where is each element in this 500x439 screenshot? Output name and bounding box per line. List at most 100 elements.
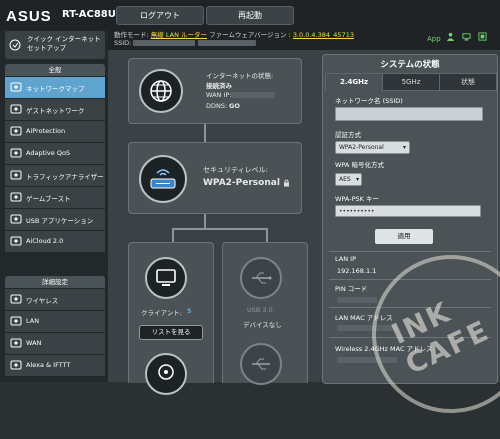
- second-device-circle: [145, 353, 187, 395]
- traffic-analyzer-icon: [10, 169, 22, 181]
- sidebar-item-label: Alexa & IFTTT: [26, 361, 71, 369]
- encryption-select[interactable]: AES ▾: [335, 173, 362, 186]
- psk-label: WPA-PSK キー: [335, 195, 379, 203]
- internet-status-label: インターネットの状態:: [206, 72, 274, 80]
- connector-line: [172, 228, 268, 230]
- mode-label: 動作モード:: [114, 31, 149, 39]
- network-status-icon[interactable]: [462, 32, 471, 41]
- mode-info: 動作モード: 無線 LAN ルーター ファームウェアバージョン : 3.0.0.…: [114, 29, 354, 39]
- ssid-input[interactable]: [335, 107, 483, 121]
- internet-status-card[interactable]: インターネットの状態: 接続済み WAN IP: DDNS: GO: [128, 58, 302, 124]
- view-list-button[interactable]: リストを見る: [139, 325, 203, 340]
- wan-ip-label: WAN IP:: [206, 91, 232, 99]
- general-header: 全般: [5, 64, 105, 76]
- clients-label: クライアント:: [141, 309, 182, 317]
- usb-label: USB 3.0: [247, 306, 273, 314]
- connector-line: [172, 228, 174, 242]
- auth-method-select[interactable]: WPA2-Personal ▾: [335, 141, 410, 154]
- sidebar-item-aiprotection[interactable]: AiProtection: [5, 121, 105, 143]
- asus-logo: ASUS: [6, 8, 52, 25]
- sidebar-item-usb-app[interactable]: USB アプリケーション: [5, 209, 105, 231]
- sidebar-item-aicloud[interactable]: AiCloud 2.0: [5, 231, 105, 253]
- clients-card[interactable]: クライアント: 5 リストを見る: [128, 242, 214, 395]
- mode-link[interactable]: 無線 LAN ルーター: [151, 31, 207, 39]
- psk-input[interactable]: ••••••••••: [335, 205, 481, 217]
- select-arrow-icon: ▾: [355, 176, 359, 183]
- tab-status[interactable]: 状態: [439, 73, 497, 91]
- guest-network-icon: [10, 103, 22, 115]
- sidebar-item-traffic-analyzer[interactable]: トラフィックアナライザー: [5, 165, 105, 187]
- encryption-label: WPA 暗号化方式: [335, 161, 384, 169]
- tab-5ghz[interactable]: 5GHz: [382, 73, 440, 91]
- model-name: RT-AC88U: [62, 9, 116, 20]
- select-arrow-icon: ▾: [402, 144, 406, 151]
- sidebar-item-guest-network[interactable]: ゲストネットワーク: [5, 99, 105, 121]
- encryption-value: AES: [339, 176, 351, 183]
- sidebar-item-qos[interactable]: Adaptive QoS: [5, 143, 105, 165]
- lan-icon: [10, 315, 22, 327]
- usb-circle: [240, 257, 282, 299]
- router-security-card[interactable]: セキュリティレベル: WPA2-Personal: [128, 142, 302, 214]
- router-circle: [139, 155, 187, 203]
- ssid-label: SSID:: [114, 39, 132, 47]
- sidebar-item-wireless[interactable]: ワイヤレス: [5, 289, 105, 311]
- wireless-icon: [10, 293, 22, 305]
- usb-card[interactable]: USB 3.0 デバイスなし: [222, 242, 308, 385]
- usb-icon-2: [252, 358, 270, 370]
- device-icon: [158, 364, 174, 380]
- clients-circle: [145, 257, 187, 299]
- auth-method-value: WPA2-Personal: [339, 144, 384, 151]
- tab-2-4ghz[interactable]: 2.4GHz: [325, 73, 383, 91]
- usb-status: デバイスなし: [243, 321, 282, 329]
- sidebar-item-game-boost[interactable]: ゲームブースト: [5, 187, 105, 209]
- divider: [329, 251, 491, 252]
- lock-icon: [284, 179, 289, 187]
- ddns-value[interactable]: GO: [229, 102, 240, 110]
- security-level-label: セキュリティレベル:: [203, 166, 268, 174]
- watermark-text: INK CAFE: [386, 295, 495, 381]
- internet-status-value: 接続済み: [206, 82, 232, 90]
- usb-status-icon[interactable]: [478, 32, 487, 41]
- lan-ip-value: 192.168.1.1: [337, 267, 377, 275]
- globe-icon: [150, 80, 172, 102]
- sidebar-item-label: USB アプリケーション: [26, 217, 94, 225]
- firmware-label: ファームウェアバージョン :: [209, 31, 291, 39]
- alexa-icon: [10, 359, 22, 371]
- connector-line: [204, 213, 206, 228]
- reboot-button[interactable]: 再起動: [206, 6, 294, 25]
- app-link[interactable]: App: [427, 35, 441, 43]
- wan-ip-redacted: [231, 92, 275, 98]
- sidebar-item-network-map[interactable]: ネットワークマップ: [5, 77, 105, 99]
- ssid-redacted: [133, 40, 196, 46]
- auth-method-label: 認証方式: [335, 131, 361, 139]
- network-map-icon: [10, 81, 22, 93]
- lan-ip-label: LAN IP: [335, 255, 356, 263]
- sidebar-item-label: AiProtection: [26, 127, 66, 135]
- internet-globe: [139, 69, 183, 113]
- logout-button[interactable]: ログアウト: [116, 6, 204, 25]
- sidebar-item-label: LAN: [26, 317, 40, 325]
- wan-icon: [10, 337, 22, 349]
- usb-app-icon: [10, 213, 22, 225]
- sidebar-item-wan[interactable]: WAN: [5, 333, 105, 355]
- sidebar-item-label: ゲストネットワーク: [26, 107, 85, 115]
- ssid-redacted-2: [197, 40, 256, 46]
- sidebar-item-label: WAN: [26, 339, 42, 347]
- connector-line: [204, 124, 206, 142]
- sidebar-item-label: Adaptive QoS: [26, 149, 71, 157]
- apply-button[interactable]: 適用: [375, 229, 433, 244]
- quick-setup-label: クイック インターネット セットアップ: [27, 35, 101, 52]
- sidebar-item-lan[interactable]: LAN: [5, 311, 105, 333]
- firmware-link[interactable]: 3.0.0.4.384_45713: [293, 31, 354, 39]
- qos-icon: [10, 147, 22, 159]
- pin-code-redacted: [337, 297, 377, 303]
- ssid-field-label: ネットワーク名 (SSID): [335, 97, 403, 105]
- ddns-label: DDNS:: [206, 102, 228, 110]
- quick-setup-button[interactable]: クイック インターネット セットアップ: [5, 31, 105, 59]
- sidebar-item-alexa[interactable]: Alexa & IFTTT: [5, 355, 105, 377]
- router-icon: [150, 169, 176, 189]
- user-icon[interactable]: [446, 32, 455, 41]
- security-level-value: WPA2-Personal: [203, 178, 280, 188]
- sidebar-item-label: ゲームブースト: [26, 195, 71, 203]
- quick-setup-icon: [9, 39, 21, 51]
